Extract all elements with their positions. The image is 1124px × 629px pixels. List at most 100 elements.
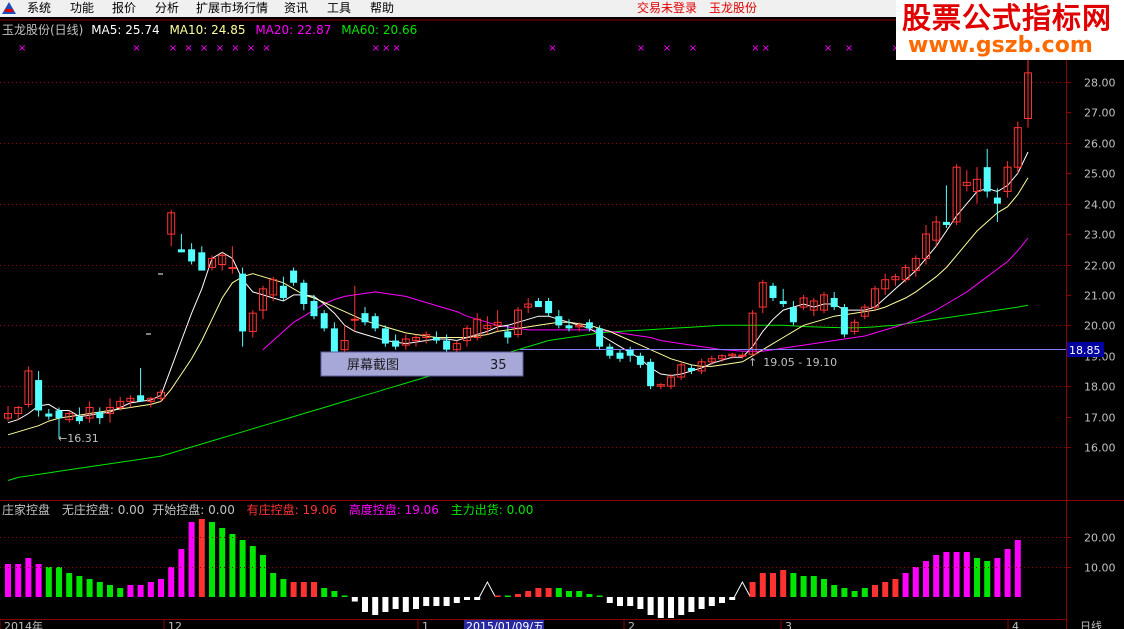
signal-marker: × [184,43,192,54]
signal-marker: × [824,43,832,54]
candle-body-down [636,355,644,365]
indicator-bar [494,595,501,597]
indicator-bar [25,558,32,597]
signal-marker: × [762,43,770,54]
indicator-bar [15,564,22,597]
indicator-bar [198,519,205,597]
candle-body-up [350,318,359,321]
candle-body-down [534,301,542,308]
indicator-peak [478,580,496,598]
indicator-bar [239,540,246,597]
indicator-bar [566,591,572,597]
candle-body-down [565,325,573,329]
ma20-line [262,237,1029,352]
indicator-bar [1014,540,1021,597]
date-label-4: 4 [1012,620,1019,629]
indicator-bar [912,567,919,597]
candle-body-down [432,337,440,341]
indicator-bar [66,573,73,597]
candle-body-down [555,316,563,326]
indicator-bar [147,582,154,597]
indicator-bar [535,588,542,597]
indicator-has: 有庄控盘: 19.06 [247,502,337,517]
indicator-bar [372,597,379,615]
candle-body-down [188,249,196,262]
indicator-bar [209,522,215,597]
signal-marker: × [169,43,177,54]
price-tick-label: 23.00 [1084,229,1116,242]
indicator-bar [627,597,634,606]
signal-marker: × [247,43,255,54]
period-label[interactable]: 日线 [1080,619,1102,629]
candle-body-down [310,301,318,317]
indicator-bar [810,576,817,597]
price-tick-label: 20.00 [1084,320,1116,333]
indicator-bar [331,591,338,597]
signal-marker: × [262,43,270,54]
price-tick-label: 24.00 [1084,199,1116,212]
low-annotation: ←16.31 [58,432,99,445]
indicator-bar [341,595,348,597]
indicator-bar [790,573,797,597]
indicator-start: 开始控盘: 0.00 [152,502,235,517]
indicator-bar [188,522,195,597]
indicator-bar [759,573,766,597]
indicator-bar [45,567,52,597]
candle-body-down [392,340,400,347]
indicator-bar [749,582,756,597]
signal-marker: × [689,43,697,54]
watermark-url: www.gszb.com [908,33,1093,58]
candlesticks[interactable] [4,54,1032,438]
date-axis: 2014年 12 1 2015/01/09/五 2 3 4 日线 [0,619,1102,629]
indicator-bar [270,573,277,597]
candle-body-down [983,167,991,192]
indicator-bar [168,567,175,597]
indicator-bar [586,594,593,597]
indicator-bar [933,555,940,597]
indicator-bar [606,597,613,603]
indicator-bar [5,564,11,597]
indicator-bar [464,597,470,600]
indicator-bar [127,585,134,597]
indicator-peak [733,580,751,598]
indicator-bar [800,576,807,597]
indicator-bar [872,585,878,597]
indicator-bar [402,597,409,612]
indicator-high: 高度控盘: 19.06 [349,502,439,517]
indicator-tick-label: 10.00 [1084,562,1116,575]
candle-body-down [647,361,655,387]
indicator-header: 庄家控盘 无庄控盘: 0.00 开始控盘: 0.00 有庄控盘: 19.06 高… [2,502,533,517]
indicator-tick-label: 20.00 [1084,532,1116,545]
indicator-out: 主力出货: 0.00 [451,502,534,517]
screenshot-tooltip[interactable]: 屏幕截图 35 [320,351,524,377]
candle-body-down [177,249,185,253]
candle-body-down [371,316,379,329]
indicator-bar [841,588,848,597]
candle-body-down [300,282,308,305]
indicator-bars[interactable] [5,519,1021,618]
stock-title: 玉龙股份(日线) [2,23,83,37]
price-tick-label: 17.00 [1084,412,1116,425]
ma20-label: MA20: 22.87 [255,23,331,37]
indicator-bar [688,597,695,612]
candle-body-down [585,322,593,329]
range-annotation: ↑ 19.05 - 19.10 [748,356,837,369]
screenshot-label: 屏幕截图 [347,358,399,373]
screenshot-value: 35 [490,358,507,373]
signal-marker: × [548,43,556,54]
signal-marker: × [751,43,759,54]
kline-chart[interactable]: ××××××××××××××××××××× 28.00 27.00 26.00 25.… [0,0,1124,629]
indicator-bar [923,561,929,597]
indicator-bar [382,597,389,612]
price-tick-label: 16.00 [1084,442,1116,455]
indicator-bar [902,573,909,597]
indicator-bar [851,591,858,597]
date-label-cursor: 2015/01/09/五 [466,620,544,629]
price-header: 玉龙股份(日线) MA5: 25.74 MA10: 24.85 MA20: 22… [2,23,417,37]
candle-body-down [789,307,797,323]
watermark-title: 股票公式指标网 [902,1,1113,35]
candle-body-down [381,328,389,344]
indicator-bar [229,534,236,597]
indicator-bar [423,597,430,606]
indicator-bar [657,597,664,618]
